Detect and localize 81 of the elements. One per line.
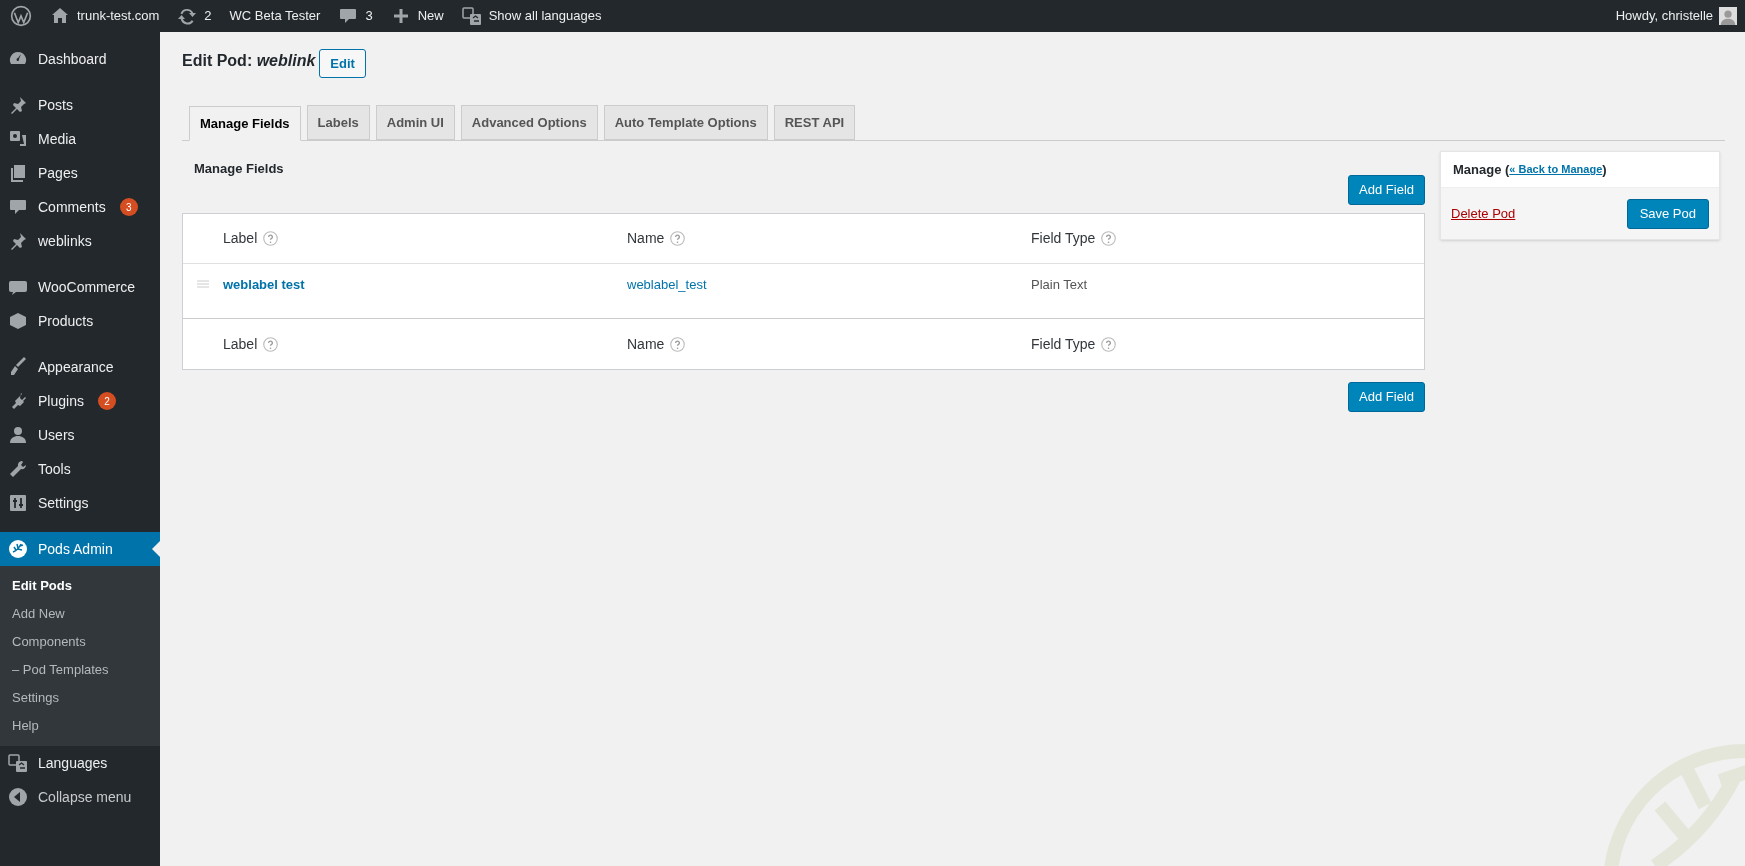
column-header: Label (223, 229, 258, 248)
edit-button[interactable]: Edit (319, 49, 366, 78)
sidebar-item[interactable]: Appearance (0, 350, 160, 384)
paren-text: ) (1602, 160, 1607, 179)
account-menu[interactable]: Howdy, christelle (1615, 6, 1737, 26)
sidebar-item[interactable]: weblinks (0, 224, 160, 258)
add-field-button[interactable]: Add Field (1348, 382, 1425, 412)
sidebar-item[interactable]: Posts (0, 88, 160, 122)
tab[interactable]: REST API (773, 105, 856, 140)
table-cell: Plain Text (1031, 277, 1088, 292)
tab[interactable]: Auto Template Options (603, 105, 768, 140)
help-icon (670, 336, 686, 352)
sidebar-item[interactable]: Products (0, 304, 160, 338)
column-header: Name (627, 334, 665, 354)
wrench-icon (8, 459, 28, 479)
table-cell: weblabel_test (627, 277, 707, 292)
media-icon (8, 129, 28, 149)
tab[interactable]: Labels (306, 105, 370, 140)
submenu-item[interactable]: Help (0, 712, 160, 740)
pages-icon (8, 163, 28, 183)
translation-icon (461, 6, 482, 26)
help-icon (263, 231, 279, 246)
help-icon (1101, 231, 1117, 246)
sidebar-item[interactable]: Media (0, 122, 160, 156)
column-header: Field Type (1031, 334, 1096, 354)
column-header: Name (627, 229, 665, 248)
translation-icon (8, 753, 28, 773)
user-icon (8, 425, 28, 445)
submenu-item[interactable]: – Pod Templates (0, 656, 160, 684)
comment-icon (8, 197, 28, 217)
count-badge: 2 (97, 392, 116, 410)
comment-icon (338, 6, 359, 26)
tab[interactable]: Manage Fields (189, 106, 301, 141)
avatar-icon (1719, 7, 1737, 25)
help-icon (1101, 336, 1117, 352)
drag-handle-icon[interactable] (197, 280, 209, 288)
toolbar-link[interactable]: WC Beta Tester (227, 0, 323, 32)
count-badge: 3 (119, 198, 138, 216)
tab[interactable]: Advanced Options (460, 105, 598, 140)
current-pointer-icon (152, 541, 160, 557)
settings-icon (8, 493, 28, 513)
sidebar-item[interactable]: WooCommerce (0, 270, 160, 304)
page-title: Edit Pod: weblink (182, 51, 316, 71)
submenu-item[interactable]: Settings (0, 684, 160, 712)
section-title: Manage Fields (193, 160, 284, 178)
back-link[interactable]: « Back to Manage (1509, 161, 1603, 178)
wordpress-logo-icon (10, 5, 32, 27)
toolbar-link[interactable]: 2 (175, 0, 214, 32)
sidebar-item[interactable]: Users (0, 418, 160, 452)
toolbar-link[interactable]: Show all languages (459, 0, 604, 32)
panel-title: Manage ( (1453, 160, 1510, 179)
delete-link[interactable]: Delete Pod (1451, 204, 1516, 224)
tab[interactable]: Admin UI (375, 105, 455, 140)
sidebar-item[interactable]: Dashboard (0, 42, 160, 76)
add-field-button[interactable]: Add Field (1348, 175, 1425, 205)
pods-logo-icon (8, 539, 28, 559)
help-icon (263, 336, 279, 352)
save-pod-button[interactable]: Save Pod (1626, 199, 1709, 229)
help-icon (670, 231, 686, 246)
submenu-item[interactable]: Components (0, 628, 160, 656)
toolbar-link[interactable]: 3 (336, 0, 375, 32)
home-icon (50, 6, 70, 26)
column-header: Label (223, 334, 258, 354)
sidebar-item[interactable]: Plugins 2 (0, 384, 160, 418)
refresh-icon (177, 6, 198, 26)
column-header: Field Type (1031, 229, 1096, 248)
toolbar-link[interactable]: trunk-test.com (48, 0, 162, 32)
toolbar-link[interactable]: New (388, 0, 446, 32)
field-label-link[interactable]: weblabel test (223, 277, 305, 292)
sidebar-item[interactable]: Collapse menu (0, 780, 160, 814)
sidebar-item[interactable]: Comments 3 (0, 190, 160, 224)
sidebar-item[interactable]: Tools (0, 452, 160, 486)
box-icon (8, 311, 28, 331)
submenu-item[interactable]: Edit Pods (0, 572, 160, 600)
sidebar-item[interactable]: Pods Admin (0, 532, 160, 566)
sidebar-item[interactable]: Pages (0, 156, 160, 190)
sidebar-item[interactable]: Languages (0, 746, 160, 780)
collapse-icon (8, 787, 28, 807)
sidebar-item[interactable]: Settings (0, 486, 160, 520)
brush-icon (8, 357, 28, 377)
submenu-item[interactable]: Add New (0, 600, 160, 628)
